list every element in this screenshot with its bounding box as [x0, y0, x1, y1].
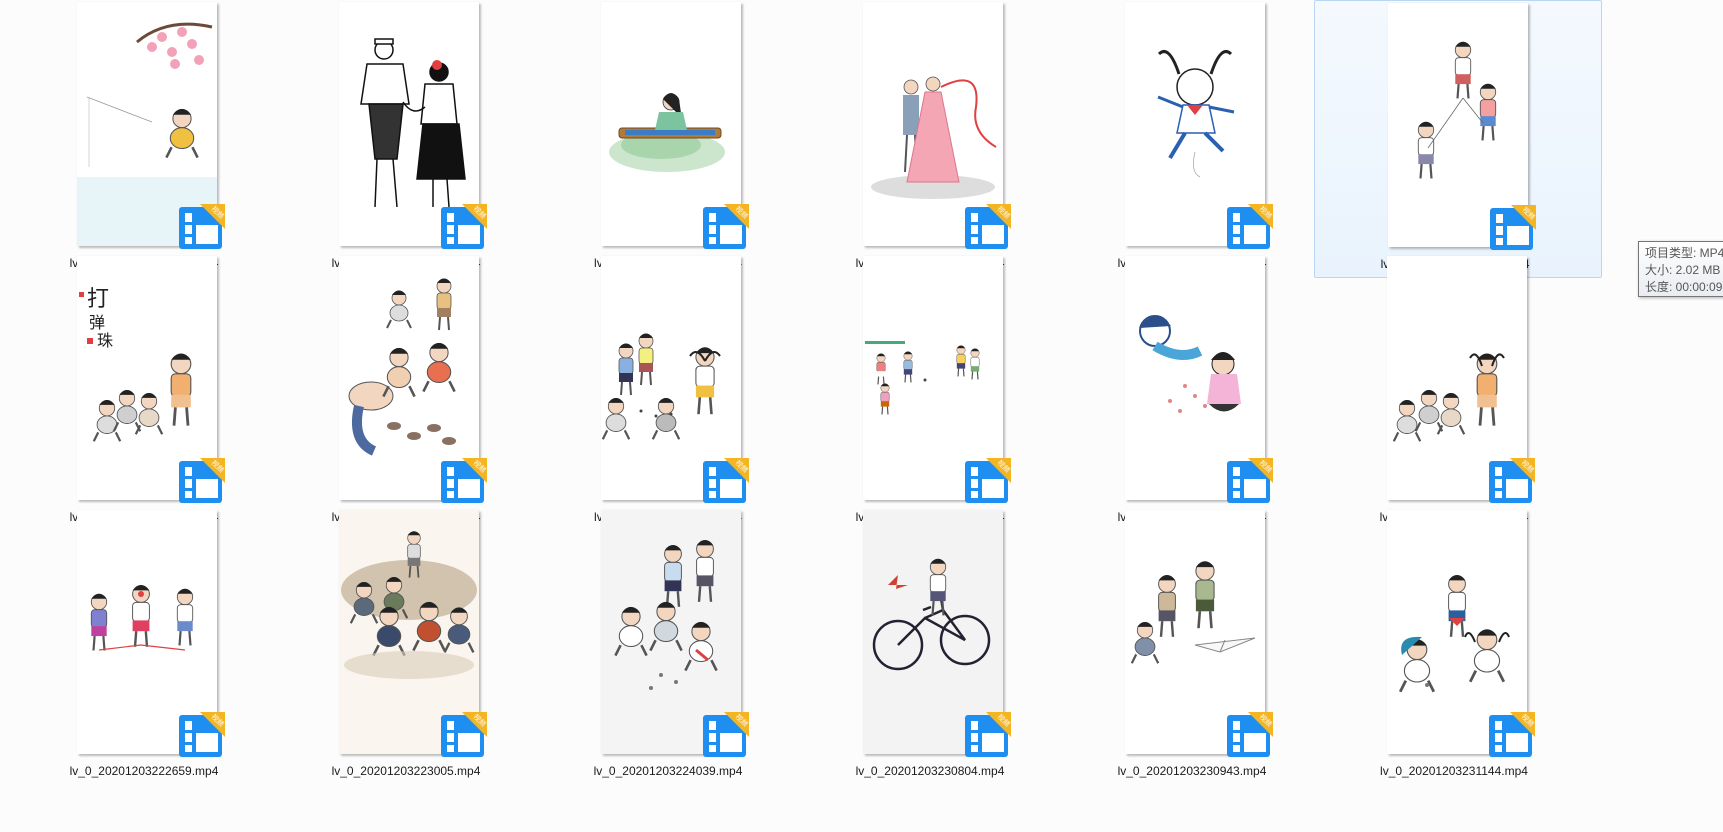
video-file-icon: 视频 [965, 458, 1011, 503]
tooltip-length: 长度: 00:00:09 [1645, 280, 1723, 294]
video-file-badge: 视频 [440, 204, 487, 251]
video-file-badge: 视频 [964, 458, 1011, 505]
video-file-badge: 视频 [440, 712, 487, 759]
video-file-badge: 视频 [964, 712, 1011, 759]
file-tooltip: 项目类型: MP4 大小: 2.02 MB 长度: 00:00:09 [1638, 241, 1723, 297]
file-item[interactable]: 视频 lv_0_20201202230344.mp4 [262, 0, 550, 278]
file-item[interactable]: 视频 lv_0_20201203224039.mp4 [524, 508, 812, 786]
video-file-icon: 视频 [1227, 204, 1273, 249]
file-item[interactable]: 视频 lv_0_20201203231144.mp4 [1310, 508, 1598, 786]
video-file-icon: 视频 [965, 204, 1011, 249]
file-item[interactable]: 视频 lv_0_20201203123034.mp4 [1314, 0, 1602, 278]
video-file-badge: 视频 [1488, 712, 1535, 759]
file-item[interactable]: 视频 lv_0_20201203223005.mp4 [262, 508, 550, 786]
svg-text:珠: 珠 [97, 331, 113, 350]
file-name: lv_0_20201203222659.mp4 [69, 764, 219, 778]
video-file-icon: 视频 [1490, 205, 1536, 250]
video-file-icon: 视频 [703, 204, 749, 249]
file-item[interactable]: 视频 lv_0_20201203104522.mp4 [1048, 0, 1336, 278]
video-file-badge: 视频 [1226, 204, 1273, 251]
video-file-badge: 视频 [1489, 205, 1536, 252]
file-name: lv_0_20201203224039.mp4 [593, 764, 743, 778]
video-file-badge: 视频 [702, 458, 749, 505]
video-file-badge: 视频 [1226, 712, 1273, 759]
file-name: lv_0_20201203230804.mp4 [855, 764, 1005, 778]
file-item[interactable]: 视频 lv_0_20201203221133.mp4 [524, 254, 812, 532]
video-file-icon: 视频 [441, 458, 487, 503]
video-file-badge: 视频 [178, 712, 225, 759]
file-grid: 视频 lv_0_20201202224822.mp4 视频 lv_0_20201… [0, 0, 1723, 832]
video-file-icon: 视频 [703, 712, 749, 757]
file-item[interactable]: 视频 lv_0_20201203221424.mp4 [786, 254, 1074, 532]
video-file-badge: 视频 [178, 204, 225, 251]
video-file-badge: 视频 [964, 204, 1011, 251]
video-file-badge: 视频 [1226, 458, 1273, 505]
file-name: lv_0_20201203231144.mp4 [1380, 764, 1528, 778]
video-file-icon: 视频 [441, 204, 487, 249]
tooltip-size: 大小: 2.02 MB [1645, 263, 1721, 277]
video-file-badge: 视频 [1488, 458, 1535, 505]
file-item[interactable]: 视频 lv_0_20201203220916.mp4 [262, 254, 550, 532]
svg-text:弹: 弹 [89, 313, 105, 332]
video-file-icon: 视频 [1489, 712, 1535, 757]
video-file-icon: 视频 [703, 458, 749, 503]
video-file-icon: 视频 [179, 204, 225, 249]
file-item[interactable]: 视频 lv_0_20201202224822.mp4 [0, 0, 288, 278]
video-file-icon: 视频 [179, 712, 225, 757]
file-item[interactable]: 打 弹 珠 视频 lv_0_20201203214053.mp4 [0, 254, 288, 532]
file-name: lv_0_20201203223005.mp4 [331, 764, 481, 778]
video-file-icon: 视频 [1489, 458, 1535, 503]
file-item[interactable]: 视频 lv_0_20201203222659.mp4 [0, 508, 288, 786]
video-file-icon: 视频 [1227, 458, 1273, 503]
video-file-badge: 视频 [702, 712, 749, 759]
file-item[interactable]: 视频 lv_0_20201203221612.mp4 [1048, 254, 1336, 532]
file-item[interactable]: 视频 lv_0_20201203230804.mp4 [786, 508, 1074, 786]
video-file-badge: 视频 [178, 458, 225, 505]
video-file-badge: 视频 [702, 204, 749, 251]
file-item[interactable]: 视频 lv_0_20201202233611.mp4 [524, 0, 812, 278]
video-file-badge: 视频 [440, 458, 487, 505]
video-file-icon: 视频 [1227, 712, 1273, 757]
video-file-icon: 视频 [441, 712, 487, 757]
tooltip-type: 项目类型: MP4 [1645, 246, 1723, 260]
file-name: lv_0_20201203230943.mp4 [1117, 764, 1267, 778]
file-item[interactable]: 视频 lv_0_20201203230943.mp4 [1048, 508, 1336, 786]
video-file-icon: 视频 [179, 458, 225, 503]
file-item[interactable]: 视频 lv_0_20201202235049.mp4 [786, 0, 1074, 278]
video-file-icon: 视频 [965, 712, 1011, 757]
file-item[interactable]: 视频 lv_0_20201203222217.mp4 [1310, 254, 1598, 532]
svg-text:打: 打 [87, 287, 109, 312]
